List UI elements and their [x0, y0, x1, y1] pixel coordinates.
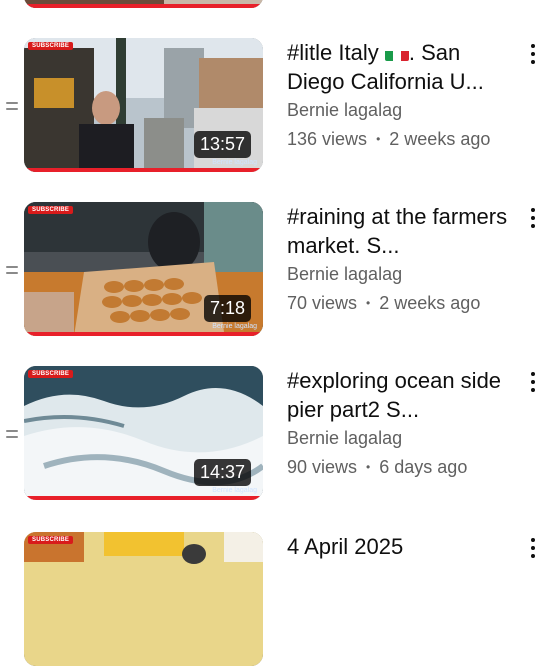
channel-watermark: Bernie lagalag [212, 487, 257, 494]
video-meta: 90 views • 6 days ago [287, 457, 467, 478]
watch-progress-bar [24, 332, 263, 336]
subscribe-badge: SUBSCRIBE [28, 370, 74, 378]
meta-separator: • [366, 296, 371, 310]
duration-badge: 14:37 [193, 459, 251, 486]
video-list-item[interactable]: SUBSCRIBE 7:18 Bernie lagalag #raining a… [0, 202, 560, 352]
watch-progress-bar [24, 496, 263, 500]
view-count: 90 views [287, 457, 358, 477]
channel-name[interactable]: Bernie lagalag [287, 264, 402, 285]
channel-watermark: Bernie lagalag [212, 323, 257, 330]
video-thumbnail[interactable]: SUBSCRIBE 14:37 Bernie lagalag [24, 366, 263, 500]
duration-badge: 7:18 [203, 295, 251, 322]
video-meta: 70 views • 2 weeks ago [287, 293, 480, 314]
channel-name[interactable]: Bernie lagalag [287, 428, 402, 449]
video-meta: 136 views • 2 weeks ago [287, 129, 490, 150]
channel-watermark: Bernie lagalag [212, 159, 257, 166]
more-options-icon[interactable] [528, 538, 538, 558]
video-thumbnail[interactable]: SUBSCRIBE 13:57 Bernie lagalag [24, 38, 263, 172]
video-list-item[interactable]: SUBSCRIBE 13:57 Bernie lagalag #litle It… [0, 38, 560, 188]
meta-separator: • [376, 132, 381, 146]
video-thumbnail[interactable] [24, 0, 263, 8]
more-options-icon[interactable] [528, 44, 538, 64]
view-count: 70 views [287, 293, 358, 313]
video-title[interactable]: #litle Italy . San Diego California U... [287, 38, 512, 96]
view-count: 136 views [287, 129, 368, 149]
subscribe-badge: SUBSCRIBE [28, 536, 74, 544]
subscribe-badge: SUBSCRIBE [28, 42, 74, 50]
thumbnail-image [24, 532, 263, 666]
more-options-icon[interactable] [528, 372, 538, 392]
upload-age: 2 weeks ago [379, 293, 481, 313]
duration-badge: 13:57 [193, 131, 251, 158]
watch-progress-bar [24, 4, 263, 8]
channel-name[interactable]: Bernie lagalag [287, 100, 402, 121]
upload-age: 6 days ago [379, 457, 468, 477]
video-title[interactable]: #exploring ocean side pier part2 S... [287, 366, 512, 424]
video-thumbnail[interactable]: SUBSCRIBE [24, 532, 263, 666]
watch-progress-bar [24, 168, 263, 172]
video-title[interactable]: #raining at the farmers market. S... [287, 202, 512, 260]
video-list-item[interactable]: SUBSCRIBE 4 April 2025 [0, 532, 560, 666]
more-options-icon[interactable] [528, 208, 538, 228]
italy-flag-icon [384, 45, 409, 61]
video-list-item[interactable]: SUBSCRIBE 14:37 Bernie lagalag #explorin… [0, 366, 560, 516]
drag-handle-icon[interactable] [6, 266, 18, 274]
video-title[interactable]: 4 April 2025 [287, 532, 512, 561]
video-thumbnail[interactable]: SUBSCRIBE 7:18 Bernie lagalag [24, 202, 263, 336]
drag-handle-icon[interactable] [6, 102, 18, 110]
drag-handle-icon[interactable] [6, 430, 18, 438]
meta-separator: • [366, 460, 371, 474]
subscribe-badge: SUBSCRIBE [28, 206, 74, 214]
upload-age: 2 weeks ago [389, 129, 491, 149]
